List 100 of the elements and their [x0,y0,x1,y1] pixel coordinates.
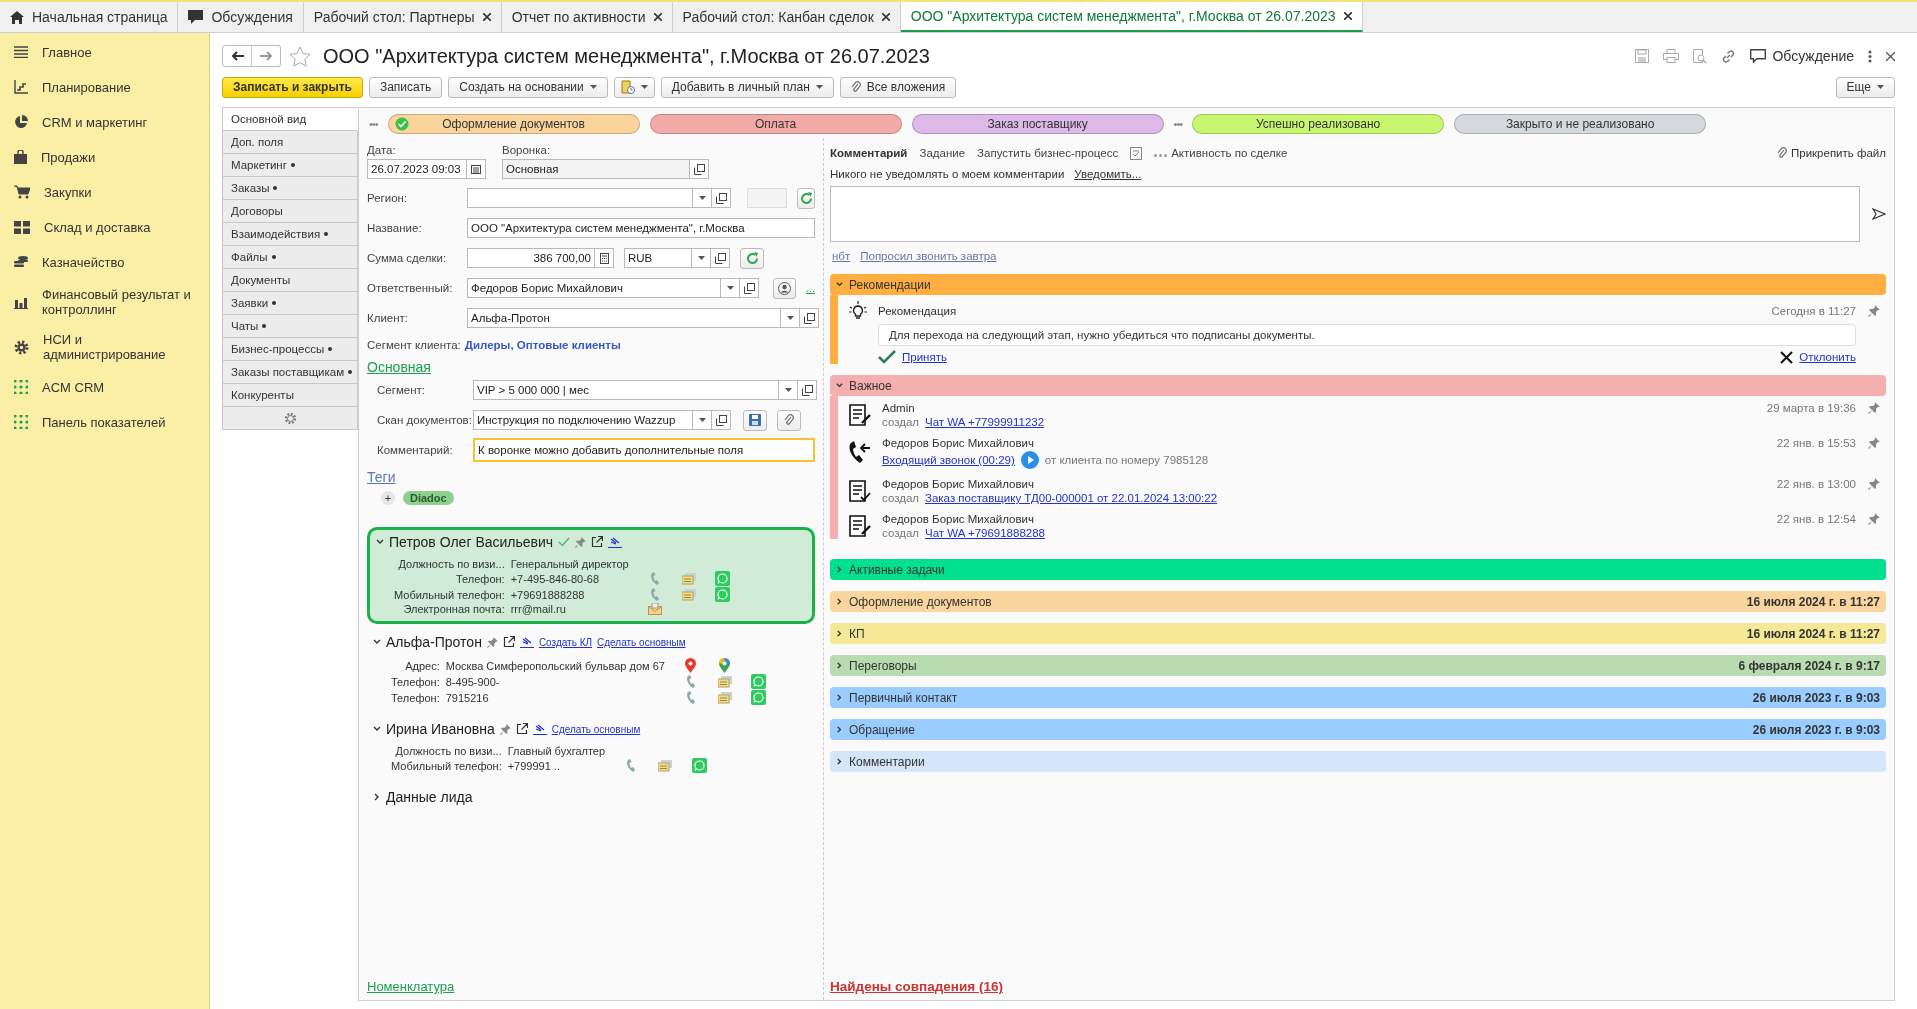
sidebar-item[interactable]: Финансовый результат и контроллинг [42,287,192,317]
comment-tab[interactable]: Активность по сделке [1154,147,1288,159]
event-link[interactable]: Входящий звонок (00:29) [882,454,1015,466]
region-code-field[interactable] [747,188,787,208]
sidebar-item[interactable]: Закупки [44,184,92,200]
close-icon[interactable] [1343,12,1352,20]
close-icon[interactable] [881,13,890,21]
stage-button[interactable]: Заказ поставщику [911,114,1164,134]
calendar-button[interactable] [467,159,486,179]
close-icon[interactable] [653,13,662,21]
dropdown-button[interactable] [721,278,740,298]
responsible-field[interactable]: Федоров Борис Михайлович [467,278,721,298]
group-header[interactable]: Активные задачи [830,559,1886,580]
quick-reply-link[interactable]: нбт [832,250,851,262]
stage-button[interactable]: Оплата [649,114,902,134]
pin-icon[interactable] [1868,437,1880,449]
phone-icon[interactable] [685,690,696,705]
group-header[interactable]: Обращение 26 июля 2023 г. в 9:03 [830,719,1886,740]
message-icon[interactable] [658,759,673,772]
open-button[interactable] [740,278,759,298]
open-button[interactable] [712,188,731,208]
form-tab[interactable]: Основной вид [222,107,358,131]
tab[interactable]: ООО "Архитектура систем менеджмента", г.Москва от 26.07.2023 [900,2,1363,32]
notify-link[interactable]: Уведомить... [1074,168,1142,180]
amount-field[interactable]: 386 700,00 [467,248,595,268]
close-icon[interactable] [1780,350,1794,364]
form-tab[interactable]: Маркетинг [222,154,358,177]
open-button[interactable] [798,380,817,400]
message-icon[interactable] [717,691,732,704]
group-header[interactable]: КП 16 июля 2024 г. в 11:27 [830,623,1886,644]
chevron-right-icon[interactable] [373,793,381,801]
pin-icon[interactable] [1868,402,1880,414]
dropdown-button[interactable] [779,380,798,400]
dropdown-button[interactable] [781,308,800,328]
dropdown-button[interactable] [693,188,712,208]
client-segment-link[interactable]: Дилеры, Оптовые клиенты [464,339,621,351]
form-tab[interactable]: Документы [222,269,358,292]
pin-icon[interactable] [575,536,587,548]
scan-field[interactable]: Инструкция по подключению Wazzup [473,410,693,430]
print-icon[interactable] [1663,49,1680,63]
tags-link[interactable]: Теги [367,469,396,485]
preview-icon[interactable] [1693,48,1708,64]
pin-icon[interactable] [1868,513,1880,525]
envelope-icon[interactable] [647,603,662,615]
save-icon[interactable] [1635,49,1650,63]
chevron-down-icon[interactable] [373,638,381,646]
save-and-close-button[interactable]: Записать и закрыть [222,76,363,98]
group-header[interactable]: Первичный контакт 26 июля 2023 г. в 9:03 [830,687,1886,708]
form-tab[interactable]: Договоры [222,200,358,223]
open-button[interactable] [712,410,731,430]
matches-link[interactable]: Найдены совпадения (16) [830,979,1003,994]
pin-icon[interactable] [499,723,511,735]
map-pin-icon[interactable] [719,658,731,673]
form-tab[interactable]: Файлы [222,246,358,269]
more-icon[interactable] [1868,49,1872,63]
close-icon[interactable] [482,13,491,21]
date-field[interactable]: 26.07.2023 09:03 [367,159,467,179]
segment-field[interactable]: VIP > 5 000 000 | мес [473,380,779,400]
form-tab[interactable]: Заявки [222,292,358,315]
attach-file-button[interactable]: Прикрепить файл [1777,147,1886,159]
sidebar-item[interactable]: Планирование [42,79,131,95]
event-link[interactable]: Чат WA +77999911232 [925,416,1045,428]
message-icon[interactable] [681,572,696,585]
sidebar-item[interactable]: Главное [42,44,92,60]
open-button[interactable] [800,308,819,328]
form-tab[interactable]: Бизнес-процессы [222,338,358,361]
comment-tab[interactable]: Задание [919,147,966,159]
save-file-button[interactable] [743,409,767,431]
menu-button[interactable]: Добавить в личный план [660,76,834,98]
form-tab[interactable]: Взаимодействия [222,223,358,246]
close-icon[interactable] [1886,51,1895,61]
reject-link[interactable]: Отклонить [1799,351,1856,363]
form-tab[interactable]: Конкуренты [222,384,358,407]
client-field[interactable]: Альфа-Протон [467,308,781,328]
sidebar-item[interactable]: НСИ и администрирование [43,332,193,362]
sidebar-item[interactable]: Панель показателей [42,414,166,430]
refresh-button[interactable] [797,187,815,209]
form-tab[interactable]: Доп. поля [222,131,358,154]
stage-button[interactable]: Закрыто и не реализовано [1454,114,1707,134]
quick-reply-link[interactable]: Попросил звонить завтра [860,250,997,262]
send-icon[interactable] [1872,208,1886,220]
chevron-down-icon[interactable] [376,538,384,546]
group-header[interactable]: Переговоры 6 февраля 2024 г. в 9:17 [830,655,1886,676]
open-button[interactable] [711,248,730,268]
map-pin-icon[interactable] [685,658,697,673]
more-stages-button[interactable]: ••• [1173,118,1183,130]
name-field[interactable]: ООО "Архитектура систем менеджмента", г.Москва [467,218,815,238]
message-icon[interactable] [717,675,732,688]
external-link-icon[interactable] [591,536,604,548]
form-tab[interactable]: Заказы поставщикам [222,361,358,384]
funnel-field[interactable]: Основная [502,159,690,179]
phone-icon[interactable] [626,758,637,773]
attachments-button[interactable]: Все вложения [839,76,957,98]
dropdown-button[interactable] [693,410,712,430]
accept-link[interactable]: Принять [902,351,947,363]
group-header[interactable]: Рекомендации [830,274,1886,295]
user-button[interactable] [773,277,796,299]
attach-button[interactable] [777,409,801,431]
sidebar-item[interactable]: CRM и маркетинг [42,114,148,130]
currency-field[interactable]: RUB [624,248,692,268]
